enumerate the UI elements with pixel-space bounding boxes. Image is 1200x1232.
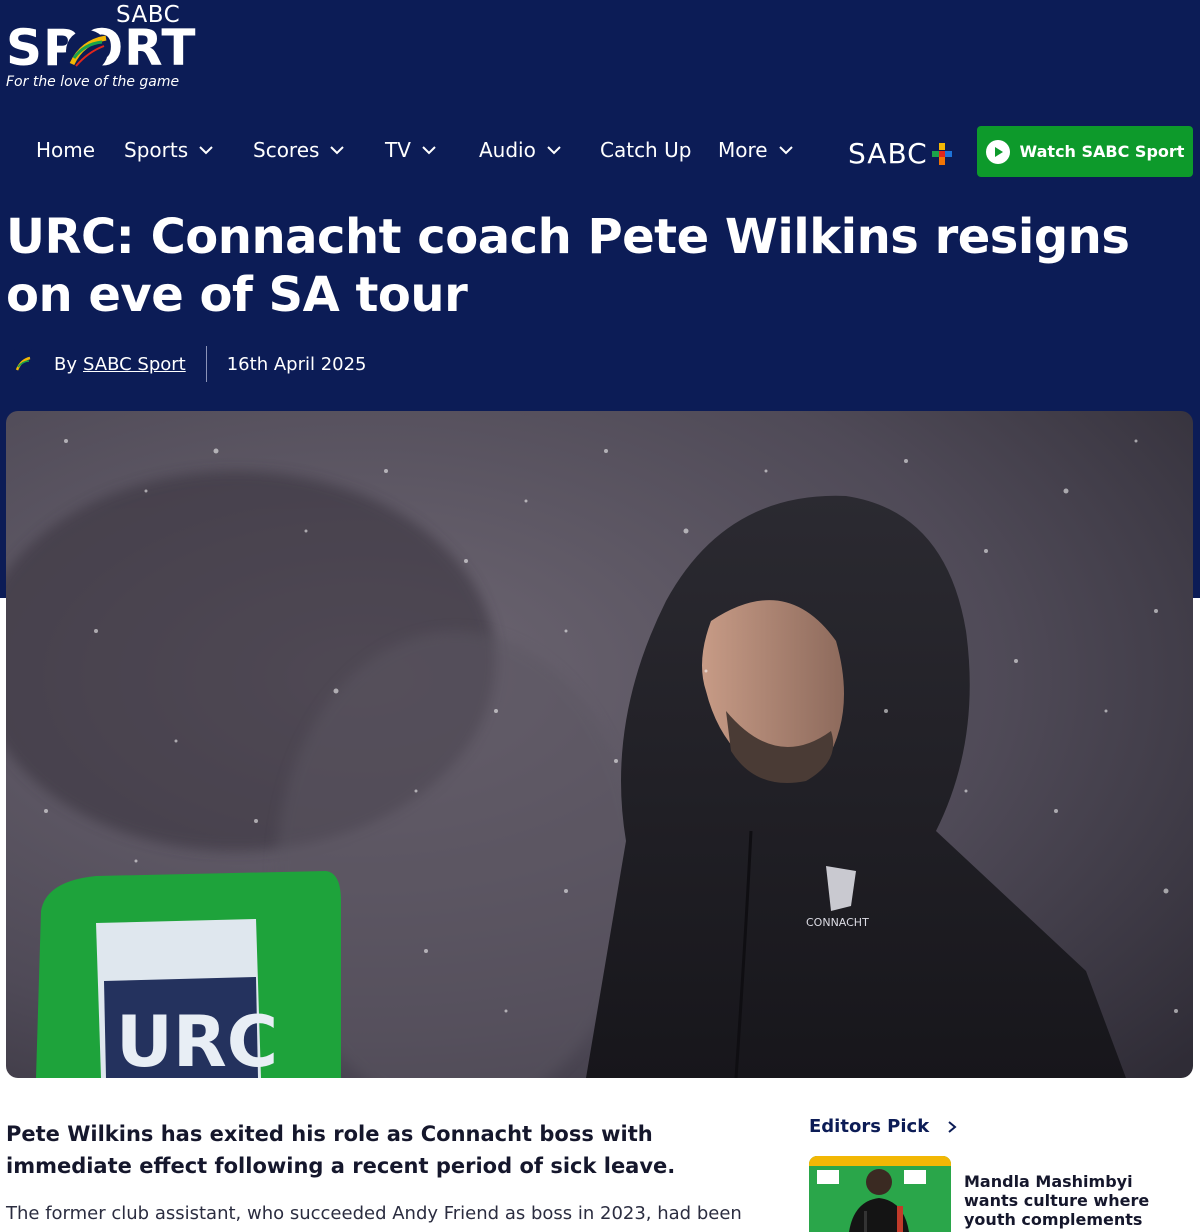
article-title: URC: Connacht coach Pete Wilkins resigns… <box>6 209 1130 323</box>
chevron-down-icon <box>199 146 213 155</box>
article-date: 16th April 2025 <box>226 353 367 375</box>
nav-item-label: Home <box>36 138 96 162</box>
article-byline: By SABC Sport 16th April 2025 <box>6 346 367 382</box>
chevron-down-icon <box>547 146 561 155</box>
nav-item-label: Sports <box>124 138 189 162</box>
nav-item-label: TV <box>385 138 411 162</box>
nav-item-label: Catch Up <box>600 138 692 162</box>
article-body: The former club assistant, who succeeded… <box>6 1203 742 1232</box>
author-link[interactable]: SABC Sport <box>83 354 186 375</box>
site-logo[interactable]: SABC SPORT For the love of the game <box>6 2 196 94</box>
sabc-plus-text: SABC <box>848 137 928 170</box>
byline-divider <box>205 346 207 382</box>
editors-pick-card[interactable]: Mandla Mashimbyi wants culture where you… <box>809 1156 1189 1232</box>
nav-item-home[interactable]: Home <box>36 138 95 162</box>
byline-prefix: By <box>54 353 78 375</box>
jacket-crest-text: CONNACHT <box>806 916 869 929</box>
nav-item-label: Scores <box>253 138 320 162</box>
watch-sabc-sport-button[interactable]: Watch SABC Sport <box>977 126 1193 177</box>
nav-item-sports[interactable]: Sports <box>124 138 214 162</box>
coach-in-rain-photo: CONNACHT URC <box>6 411 1193 1078</box>
nav-item-audio[interactable]: Audio <box>479 138 562 162</box>
nav-item-tv[interactable]: TV <box>385 138 437 162</box>
article-lede: Pete Wilkins has exited his role as Conn… <box>6 1122 676 1178</box>
sign-text: URC <box>116 1001 278 1078</box>
author-avatar <box>6 347 40 381</box>
play-icon <box>985 139 1010 164</box>
editors-pick-title: Mandla Mashimbyi wants culture where you… <box>964 1172 1150 1232</box>
author-logo-icon <box>15 356 31 371</box>
sabc-plus-logo[interactable]: SABC <box>848 137 952 170</box>
article-hero-image: CONNACHT URC <box>6 411 1193 1078</box>
logo-swoosh-icon <box>66 30 108 72</box>
editors-pick-thumbnail <box>809 1156 951 1232</box>
press-conference-photo <box>809 1156 951 1232</box>
nav-item-label: More <box>718 138 768 162</box>
logo-tagline: For the love of the game <box>6 74 180 90</box>
nav-item-label: Audio <box>479 138 536 162</box>
watch-button-label: Watch SABC Sport <box>1019 142 1185 161</box>
chevron-down-icon <box>778 146 793 155</box>
plus-icon <box>931 142 952 165</box>
nav-item-catch-up[interactable]: Catch Up <box>600 138 691 162</box>
chevron-down-icon <box>422 146 436 155</box>
chevron-right-icon <box>948 1120 957 1133</box>
nav-item-more[interactable]: More <box>718 138 794 162</box>
nav-item-scores[interactable]: Scores <box>253 138 345 162</box>
chevron-down-icon <box>330 146 345 155</box>
editors-pick-label: Editors Pick <box>809 1116 930 1137</box>
editors-pick-heading[interactable]: Editors Pick <box>809 1116 957 1137</box>
